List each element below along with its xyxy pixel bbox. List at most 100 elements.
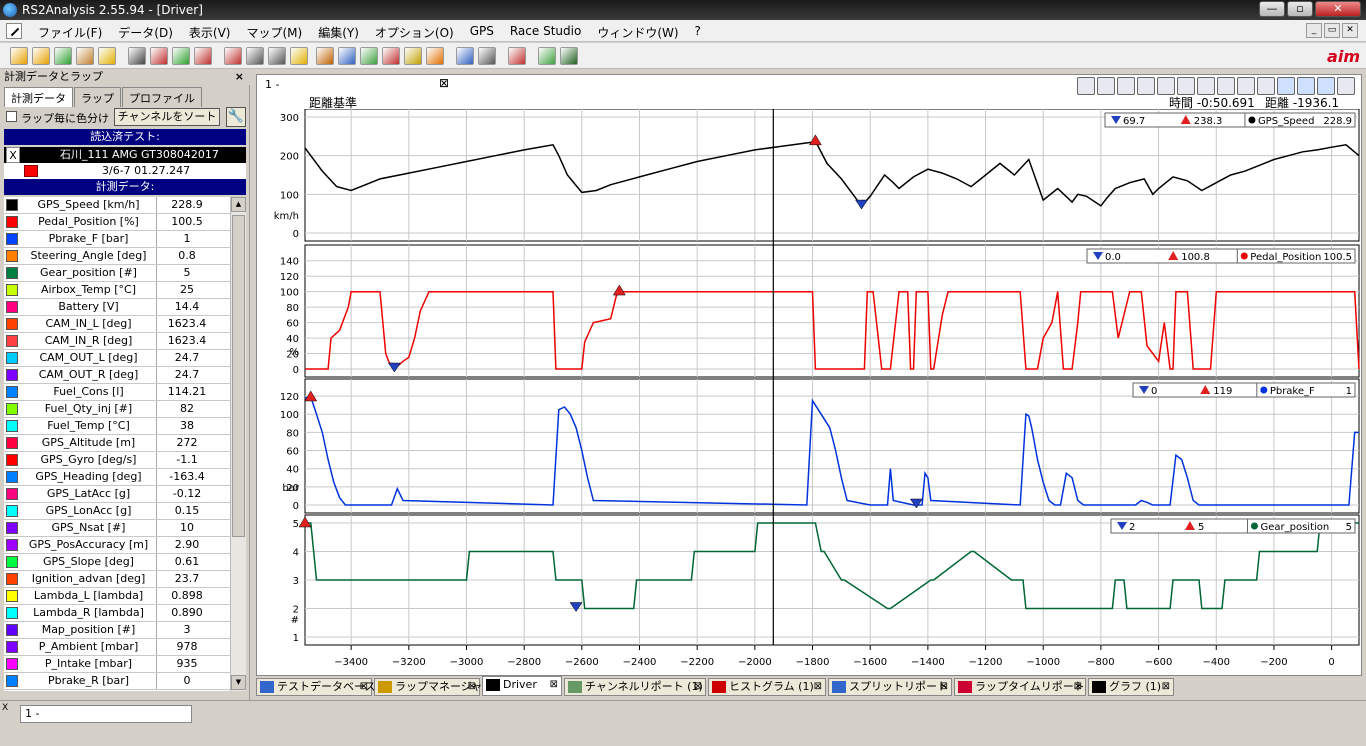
toolbar-tool-icon-7[interactable]	[172, 47, 190, 65]
channel-color-swatch[interactable]	[6, 199, 18, 211]
bottom-tab-1[interactable]: ラップマネージャ ⊠	[374, 678, 482, 696]
channel-row[interactable]: GPS_Heading [deg] -163.4	[4, 469, 230, 486]
tab-close-icon[interactable]: ⊠	[468, 679, 476, 695]
toolbar-tool-icon-10[interactable]	[246, 47, 264, 65]
mdi-restore-button[interactable]: ▭	[1324, 23, 1340, 38]
toolbar-tool-icon-9[interactable]	[224, 47, 242, 65]
menu-item-4[interactable]: 編集(Y)	[310, 24, 367, 41]
mdi-close-button[interactable]: ✕	[1342, 23, 1358, 38]
bottom-tab-6[interactable]: ラップタイムリポート ⊠	[954, 678, 1086, 696]
channel-color-swatch[interactable]	[6, 590, 18, 602]
toolbar-tool-icon-23[interactable]	[560, 47, 578, 65]
color-by-lap-checkbox[interactable]	[6, 111, 17, 122]
toolbar-tool-icon-1[interactable]	[32, 47, 50, 65]
chart-tool-icon-5[interactable]	[1177, 77, 1195, 95]
toolbar-tool-icon-5[interactable]	[128, 47, 146, 65]
chart-tool-icon-13[interactable]	[1337, 77, 1355, 95]
channel-row[interactable]: CAM_IN_R [deg] 1623.4	[4, 333, 230, 350]
channel-row[interactable]: GPS_PosAccuracy [m] 2.90	[4, 537, 230, 554]
status-close-icon[interactable]: X	[2, 703, 8, 713]
chart-tool-icon-9[interactable]	[1257, 77, 1275, 95]
toolbar-tool-icon-8[interactable]	[194, 47, 212, 65]
channel-row[interactable]: Pbrake_R [bar] 0	[4, 673, 230, 690]
loaded-test-row[interactable]: X 石川_111 AMG GT308042017	[4, 147, 246, 163]
tab-close-icon[interactable]: ⊠	[814, 679, 822, 695]
channel-color-swatch[interactable]	[6, 556, 18, 568]
toolbar-tool-icon-21[interactable]	[508, 47, 526, 65]
toolbar-tool-icon-17[interactable]	[404, 47, 422, 65]
channel-color-swatch[interactable]	[6, 454, 18, 466]
tab-close-icon[interactable]: ⊠	[694, 679, 702, 695]
channel-row[interactable]: GPS_Slope [deg] 0.61	[4, 554, 230, 571]
channel-color-swatch[interactable]	[6, 403, 18, 415]
menu-item-8[interactable]: ウィンドウ(W)	[589, 24, 686, 41]
maximize-button[interactable]: ▫	[1287, 1, 1313, 17]
scroll-down-icon[interactable]: ▼	[231, 675, 246, 690]
channel-color-swatch[interactable]	[6, 641, 18, 653]
channel-row[interactable]: Steering_Angle [deg] 0.8	[4, 248, 230, 265]
channel-row[interactable]: Pbrake_F [bar] 1	[4, 231, 230, 248]
chart-tool-icon-0[interactable]	[1077, 77, 1095, 95]
toolbar-tool-icon-20[interactable]	[478, 47, 496, 65]
chart-tool-icon-12[interactable]	[1317, 77, 1335, 95]
panel-close-icon[interactable]: ×	[235, 69, 244, 84]
channel-list-scrollbar[interactable]: ▲ ▼	[230, 197, 246, 691]
channel-row[interactable]: Gear_position [#] 5	[4, 265, 230, 282]
bottom-tab-4[interactable]: ヒストグラム (1) ⊠	[708, 678, 826, 696]
tab-lap[interactable]: ラップ	[74, 87, 121, 107]
toolbar-tool-icon-11[interactable]	[268, 47, 286, 65]
test-color-swatch[interactable]	[24, 165, 38, 177]
channel-color-swatch[interactable]	[6, 522, 18, 534]
channel-color-swatch[interactable]	[6, 250, 18, 262]
channel-color-swatch[interactable]	[6, 386, 18, 398]
channel-color-swatch[interactable]	[6, 437, 18, 449]
channel-color-swatch[interactable]	[6, 539, 18, 551]
channel-row[interactable]: Pedal_Position [%] 100.5	[4, 214, 230, 231]
toolbar-tool-icon-18[interactable]	[426, 47, 444, 65]
menu-item-6[interactable]: GPS	[462, 24, 502, 41]
chart-tool-icon-2[interactable]	[1117, 77, 1135, 95]
chart-tool-icon-1[interactable]	[1097, 77, 1115, 95]
test-date-row[interactable]: 3/6-7 01.27.247	[4, 163, 246, 179]
chart-tool-icon-4[interactable]	[1157, 77, 1175, 95]
wrench-icon[interactable]: 🔧	[226, 107, 246, 127]
scroll-thumb[interactable]	[232, 215, 245, 537]
menu-item-9[interactable]: ?	[687, 24, 709, 41]
doc-tab[interactable]: 1 - ⊠	[265, 75, 451, 95]
channel-row[interactable]: Lambda_L [lambda] 0.898	[4, 588, 230, 605]
toolbar-tool-icon-3[interactable]	[76, 47, 94, 65]
channel-color-swatch[interactable]	[6, 675, 18, 687]
channel-row[interactable]: GPS_Nsat [#] 10	[4, 520, 230, 537]
menu-item-1[interactable]: データ(D)	[110, 24, 181, 41]
channel-color-swatch[interactable]	[6, 301, 18, 313]
channel-color-swatch[interactable]	[6, 471, 18, 483]
chart-tool-icon-7[interactable]	[1217, 77, 1235, 95]
bottom-tab-5[interactable]: スプリットリポート ⊠	[828, 678, 952, 696]
tab-close-icon[interactable]: ⊠	[360, 679, 368, 695]
document-icon[interactable]	[6, 23, 22, 39]
channel-color-swatch[interactable]	[6, 335, 18, 347]
channel-row[interactable]: Ignition_advan [deg] 23.7	[4, 571, 230, 588]
channel-color-swatch[interactable]	[6, 352, 18, 364]
channel-row[interactable]: Fuel_Cons [l] 114.21	[4, 384, 230, 401]
channel-row[interactable]: GPS_Gyro [deg/s] -1.1	[4, 452, 230, 469]
multi-channel-chart[interactable]: 3002001000km/h69.7 238.3 GPS_Speed 228.9140…	[257, 109, 1361, 677]
chart-tool-icon-8[interactable]	[1237, 77, 1255, 95]
bottom-tab-3[interactable]: チャンネルリポート (1) ⊠	[564, 678, 706, 696]
channel-color-swatch[interactable]	[6, 284, 18, 296]
channel-row[interactable]: Battery [V] 14.4	[4, 299, 230, 316]
tab-close-icon[interactable]: ⊠	[940, 679, 948, 695]
toolbar-tool-icon-0[interactable]	[10, 47, 28, 65]
channel-row[interactable]: CAM_OUT_R [deg] 24.7	[4, 367, 230, 384]
channel-color-swatch[interactable]	[6, 573, 18, 585]
chart-tool-icon-10[interactable]	[1277, 77, 1295, 95]
chart-tool-icon-3[interactable]	[1137, 77, 1155, 95]
tab-close-icon[interactable]: ⊠	[1074, 679, 1082, 695]
channel-color-swatch[interactable]	[6, 369, 18, 381]
channel-color-swatch[interactable]	[6, 505, 18, 517]
bottom-tab-2[interactable]: Driver ⊠	[482, 676, 562, 696]
channel-row[interactable]: Map_position [#] 3	[4, 622, 230, 639]
toolbar-tool-icon-6[interactable]	[150, 47, 168, 65]
window-list-item[interactable]: 1 -	[20, 705, 192, 723]
toolbar-tool-icon-19[interactable]	[456, 47, 474, 65]
